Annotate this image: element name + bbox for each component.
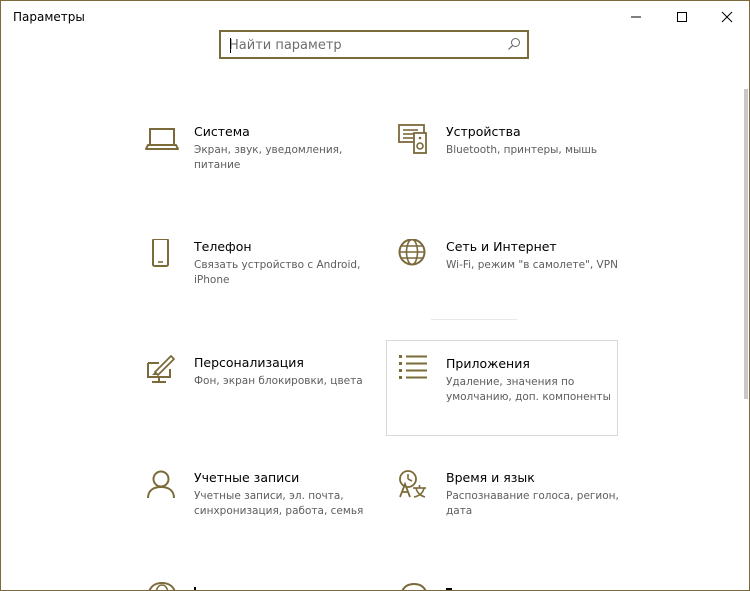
- category-network[interactable]: Сеть и Интернет Wi-Fi, режим "в самолете…: [397, 239, 629, 335]
- category-personalization[interactable]: Персонализация Фон, экран блокировки, цв…: [145, 355, 377, 451]
- category-time-language[interactable]: Время и язык Распознавание голоса, регио…: [397, 470, 629, 566]
- apps-list-icon: [399, 355, 427, 379]
- category-name: Телефон: [194, 239, 252, 254]
- search-icon[interactable]: [507, 37, 521, 51]
- close-button[interactable]: [704, 1, 749, 33]
- window-title: Параметры: [13, 10, 85, 24]
- category-description: Распознавание голоса, регион, дата: [446, 490, 619, 517]
- category-description: Учетные записи, эл. почта, синхронизация…: [194, 490, 364, 517]
- next-category-icon: [148, 582, 176, 590]
- text-caret: [230, 38, 231, 53]
- category-description: Экран, звук, уведомления, питание: [194, 144, 343, 171]
- minimize-button[interactable]: [613, 1, 659, 33]
- category-system[interactable]: Система Экран, звук, уведомления, питани…: [145, 124, 377, 220]
- search-input[interactable]: [229, 36, 499, 54]
- category-description: Bluetooth, принтеры, мышь: [446, 144, 598, 156]
- maximize-button[interactable]: [659, 1, 705, 33]
- next-category-icon: [401, 583, 427, 590]
- partial-text: [446, 588, 452, 590]
- close-icon: [721, 11, 733, 23]
- search-box[interactable]: [219, 30, 529, 59]
- category-name: Приложения: [446, 356, 530, 371]
- minimize-icon: [631, 16, 641, 18]
- category-devices[interactable]: Устройства Bluetooth, принтеры, мышь: [397, 124, 629, 220]
- devices-icon: [398, 124, 427, 154]
- divider: [431, 319, 517, 320]
- category-name: Сеть и Интернет: [446, 239, 557, 254]
- maximize-icon: [677, 12, 687, 22]
- category-name: Устройства: [446, 124, 521, 139]
- category-description: Удаление, значения по умолчанию, доп. ко…: [446, 376, 611, 403]
- phone-icon: [152, 239, 169, 267]
- globe-icon: [398, 239, 426, 266]
- category-description: Связать устройство с Android, iPhone: [194, 259, 361, 286]
- settings-window: Параметры Найти параметр Система Экран, …: [0, 0, 750, 591]
- personalization-icon: [147, 355, 175, 383]
- category-name: Время и язык: [446, 470, 535, 485]
- title-bar: Параметры: [1, 1, 749, 33]
- laptop-icon: [145, 128, 179, 150]
- partial-text: [194, 587, 196, 590]
- category-name: Система: [194, 124, 250, 139]
- category-accounts[interactable]: Учетные записи Учетные записи, эл. почта…: [145, 470, 377, 566]
- category-apps[interactable]: Приложения Удаление, значения по умолчан…: [386, 340, 618, 436]
- category-description: Фон, экран блокировки, цвета: [194, 375, 363, 387]
- category-phone[interactable]: Телефон Связать устройство с Android, iP…: [145, 239, 377, 335]
- category-name: Персонализация: [194, 355, 304, 370]
- time-language-icon: [399, 470, 426, 498]
- person-icon: [147, 470, 175, 499]
- scrollbar[interactable]: [744, 89, 748, 399]
- category-name: Учетные записи: [194, 470, 300, 485]
- category-description: Wi-Fi, режим "в самолете", VPN: [446, 259, 618, 271]
